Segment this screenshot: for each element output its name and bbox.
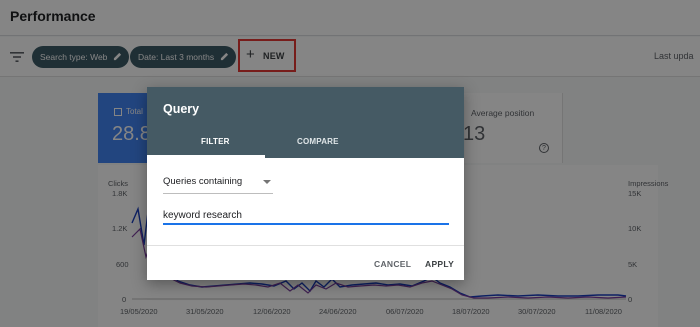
query-filter-dialog: Query FILTER COMPARE Queries containing … [147,87,464,280]
select-value: Queries containing [163,176,243,187]
tab-compare[interactable]: COMPARE [297,137,339,146]
query-match-select[interactable]: Queries containing [163,174,273,194]
dialog-divider [147,245,464,246]
cancel-button[interactable]: CANCEL [374,259,411,269]
dropdown-arrow-icon [263,180,271,184]
query-text-input[interactable] [163,207,449,225]
tab-filter[interactable]: FILTER [201,137,230,146]
dialog-title: Query [163,102,200,116]
apply-button[interactable]: APPLY [425,259,454,269]
active-tab-indicator [147,155,265,158]
dialog-header: Query FILTER COMPARE [147,87,464,158]
